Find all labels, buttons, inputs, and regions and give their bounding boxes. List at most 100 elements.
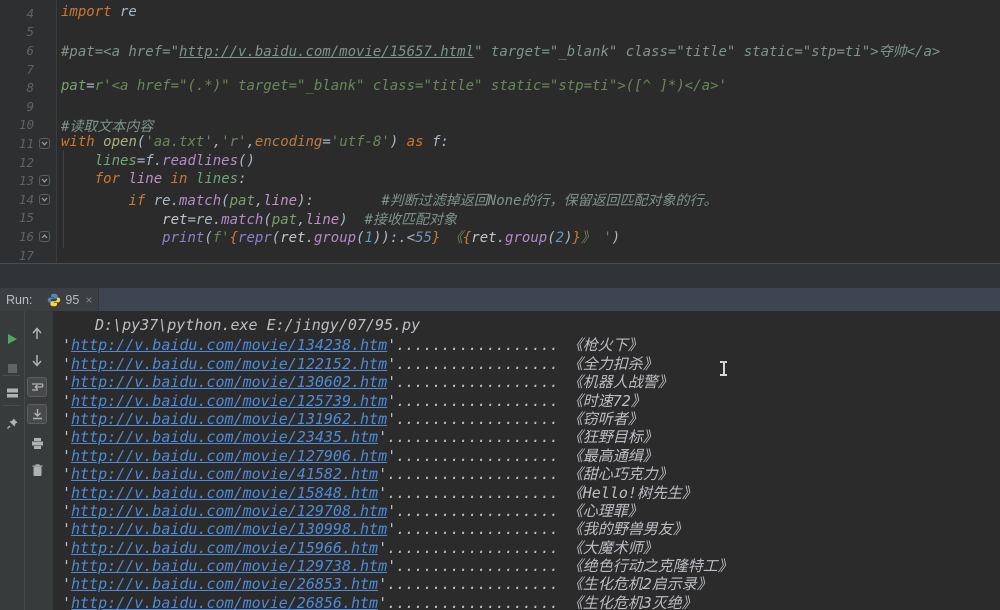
gutter-row[interactable]: 17	[0, 246, 56, 265]
code-token: 'r'	[221, 134, 247, 151]
gutter-row[interactable]: 13	[0, 171, 56, 190]
gutter-row[interactable]: 7	[0, 60, 56, 79]
padding-dots: ..................	[396, 557, 559, 576]
movie-url-link[interactable]: http://v.baidu.com/movie/15848.htm	[71, 484, 378, 502]
code-line-17[interactable]	[57, 246, 1000, 263]
python-logo-icon	[47, 293, 61, 307]
movie-url-link[interactable]: http://v.baidu.com/movie/129708.htm	[71, 502, 387, 520]
code-token: for	[94, 171, 121, 188]
code-line-14[interactable]: if re.match(pat,line): #判断过滤掉返回None的行，保留…	[57, 190, 1000, 209]
console-entry: 'http://v.baidu.com/movie/23435.htm'....…	[53, 426, 1000, 447]
code-line-8[interactable]: pat=r'<a href="(.*)" target="_blank" cla…	[57, 78, 1000, 97]
quote-char: '	[378, 428, 388, 447]
quote-char: '	[62, 428, 72, 447]
code-line-7[interactable]	[57, 60, 1000, 79]
movie-url-link[interactable]: http://v.baidu.com/movie/125739.htm	[71, 392, 387, 410]
code-line-4[interactable]: import re	[57, 4, 1000, 23]
code-token: )):.<	[372, 230, 416, 247]
pin-tab-button[interactable]	[2, 413, 22, 433]
editor-console-splitter[interactable]	[0, 263, 1000, 288]
code-token: #pat=<a href="	[61, 44, 180, 61]
scroll-to-end-toggle[interactable]	[27, 404, 47, 424]
movie-url-link[interactable]: http://v.baidu.com/movie/26856.htm	[71, 594, 378, 610]
gutter-row[interactable]: 15	[0, 209, 56, 228]
next-occurrence-button[interactable]	[27, 350, 47, 370]
movie-url-link[interactable]: http://v.baidu.com/movie/134238.htm	[71, 336, 387, 354]
code-token: in	[170, 171, 188, 188]
quote-char: '	[378, 465, 388, 484]
gutter-row[interactable]: 5	[0, 23, 56, 42]
gutter-row[interactable]: 10	[0, 116, 56, 135]
movie-title: 《绝色行动之克隆特工》	[558, 557, 733, 576]
gutter-row[interactable]: 9	[0, 97, 56, 116]
code-token: pat	[229, 192, 255, 209]
editor-pane[interactable]: 4 5 6 7 8 9 10 11 12 13 14 15 16 17 import re #pat=<a …	[0, 0, 1000, 263]
code-token: 1	[364, 230, 373, 247]
gutter-row[interactable]: 6	[0, 41, 56, 60]
line-number: 12	[18, 154, 34, 170]
tab-close-icon[interactable]: ×	[83, 293, 92, 307]
editor-gutter[interactable]: 4 5 6 7 8 9 10 11 12 13 14 15 16 17	[0, 0, 57, 263]
code-line-13[interactable]: for line in lines:	[57, 171, 1000, 190]
fold-collapse-icon[interactable]	[38, 137, 50, 149]
clear-all-button[interactable]	[27, 460, 47, 480]
movie-url-link[interactable]: http://v.baidu.com/movie/129738.htm	[71, 557, 387, 575]
prev-occurrence-button[interactable]	[27, 323, 47, 343]
gutter-row[interactable]: 4	[0, 4, 56, 23]
movie-url-link[interactable]: http://v.baidu.com/movie/23435.htm	[71, 428, 378, 446]
quote-char: '	[387, 373, 397, 392]
code-token: open	[103, 134, 137, 151]
movie-url-link[interactable]: http://v.baidu.com/movie/41582.htm	[71, 465, 378, 483]
code-line-5[interactable]	[57, 23, 1000, 42]
padding-dots: ...................	[387, 575, 559, 594]
quote-char: '	[62, 520, 72, 539]
gutter-row[interactable]: 16	[0, 227, 56, 246]
code-token: )	[389, 134, 407, 151]
gutter-row[interactable]: 12	[0, 153, 56, 172]
movie-url-link[interactable]: http://v.baidu.com/movie/130602.htm	[71, 373, 387, 391]
code-line-16[interactable]: print(f'{repr(ret.group(1)):.<55} 《{ret.…	[57, 227, 1000, 246]
run-tab-95[interactable]: 95 ×	[41, 288, 99, 311]
fold-end-icon[interactable]	[38, 230, 50, 242]
fold-collapse-icon[interactable]	[38, 175, 50, 187]
code-line-15[interactable]: ret=re.match(pat,line) #接收匹配对象	[57, 209, 1000, 228]
movie-url-link[interactable]: http://v.baidu.com/movie/15966.htm	[71, 539, 378, 557]
movie-url-link[interactable]: http://v.baidu.com/movie/130998.htm	[71, 520, 387, 538]
code-line-11[interactable]: with open('aa.txt','r',encoding='utf-8')…	[57, 134, 1000, 153]
soft-wrap-toggle[interactable]	[27, 377, 47, 397]
fold-collapse-icon[interactable]	[38, 193, 50, 205]
movie-url-link[interactable]: http://v.baidu.com/movie/127906.htm	[71, 447, 387, 465]
console-toolbar	[24, 311, 53, 610]
movie-url-link[interactable]: http://v.baidu.com/movie/26853.htm	[71, 575, 378, 593]
code-line-10[interactable]: #读取文本内容	[57, 116, 1000, 135]
comment-url-link[interactable]: http://v.baidu.com/movie/15657.html	[179, 44, 474, 60]
movie-url-link[interactable]: http://v.baidu.com/movie/131962.htm	[71, 410, 387, 428]
padding-dots: ...................	[387, 428, 559, 447]
padding-dots: ..................	[396, 520, 559, 539]
code-token: 'utf-8'	[330, 134, 390, 151]
gutter-row[interactable]: 8	[0, 78, 56, 97]
padding-dots: ...................	[387, 483, 559, 502]
code-line-6[interactable]: #pat=<a href="http://v.baidu.com/movie/1…	[57, 41, 1000, 60]
quote-char: '	[62, 409, 72, 428]
console-entry: 'http://v.baidu.com/movie/127906.htm'...…	[53, 445, 1000, 465]
padding-dots: ..................	[396, 501, 559, 520]
restore-layout-button[interactable]	[2, 383, 22, 403]
console-output[interactable]: D:\py37\python.exe E:/jingy/07/95.py'htt…	[53, 311, 1000, 610]
movie-url-link[interactable]: http://v.baidu.com/movie/122152.htm	[71, 355, 387, 373]
movie-title: 《甜心巧克力》	[558, 465, 673, 484]
code-token: (	[204, 230, 213, 247]
console-entry: 'http://v.baidu.com/movie/41582.htm'....…	[53, 463, 1000, 484]
gutter-row[interactable]: 11	[0, 134, 56, 153]
code-line-12[interactable]: lines=f.readlines()	[57, 153, 1000, 172]
console-entry: 'http://v.baidu.com/movie/130602.htm'...…	[53, 371, 1000, 392]
print-button[interactable]	[27, 433, 47, 453]
gutter-row[interactable]: 14	[0, 190, 56, 209]
editor-code-area[interactable]: import re #pat=<a href="http://v.baidu.co…	[57, 0, 1000, 263]
quote-char: '	[62, 336, 72, 355]
code-line-9[interactable]	[57, 97, 1000, 116]
rerun-button[interactable]	[2, 329, 22, 349]
line-number: 15	[18, 210, 34, 226]
